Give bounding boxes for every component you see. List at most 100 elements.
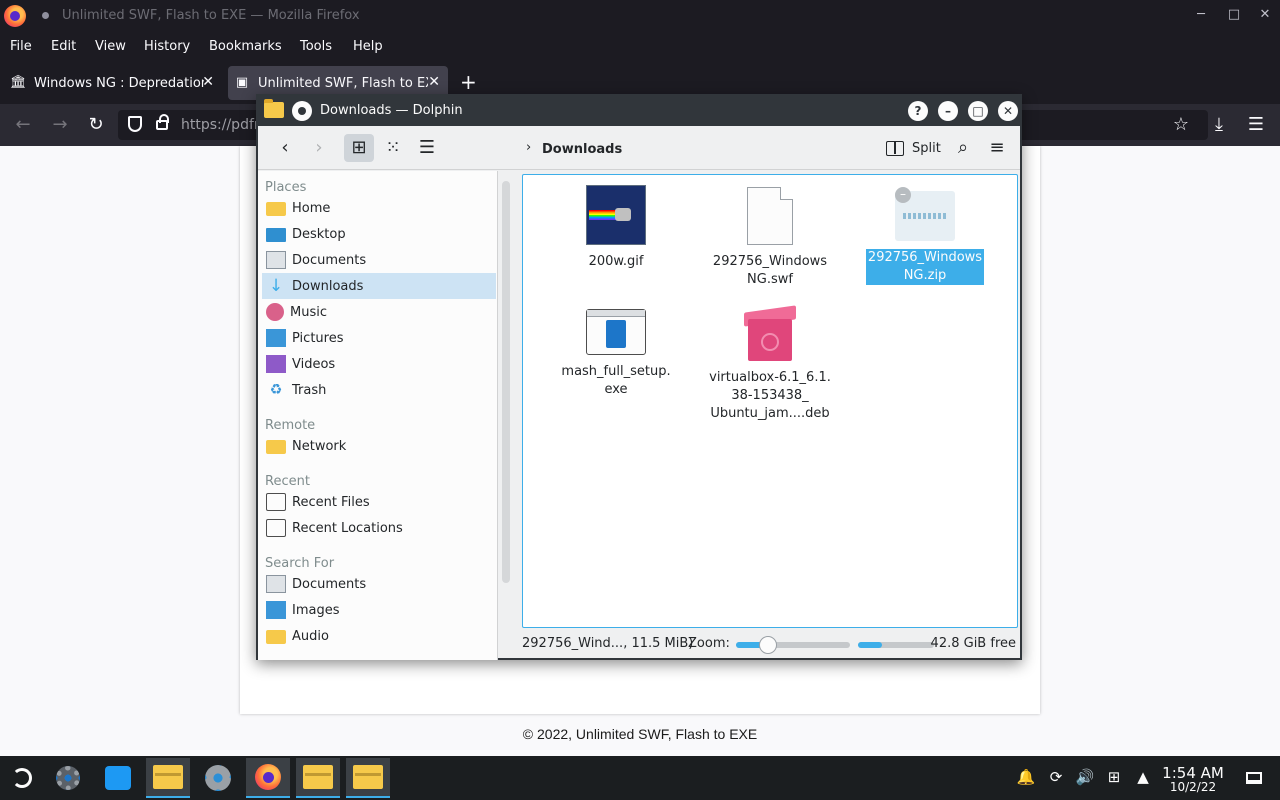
menu-history[interactable]: History: [144, 39, 190, 54]
file-item[interactable]: 292756_Windows NG.swf: [705, 187, 835, 289]
dolphin-titlebar[interactable]: Downloads — Dolphin ? – □ ✕: [258, 96, 1020, 126]
tray-expand-arrow-icon[interactable]: ▲: [1133, 768, 1153, 786]
file-item[interactable]: 200w.gif: [551, 185, 681, 271]
sidebar-item-pictures[interactable]: Pictures: [262, 325, 496, 351]
back-chevron-icon[interactable]: ‹: [270, 134, 300, 162]
sidebar-item-search-audio[interactable]: Audio: [262, 623, 496, 649]
selection-info: 292756_Wind..., 11.5 MiB): [522, 636, 694, 651]
taskbar-folder-window-2[interactable]: [346, 758, 390, 798]
zoom-slider[interactable]: [736, 636, 850, 654]
sidebar-item-desktop[interactable]: Desktop: [262, 221, 496, 247]
sidebar-item-music[interactable]: Music: [262, 299, 496, 325]
close-icon[interactable]: ✕: [998, 101, 1018, 121]
hamburger-menu-icon[interactable]: ≡: [982, 134, 1012, 162]
menu-tools[interactable]: Tools: [300, 39, 332, 54]
dolphin-title: Downloads — Dolphin: [320, 103, 463, 118]
discover-store-icon: [105, 766, 131, 790]
minimize-icon[interactable]: ─: [1192, 7, 1210, 22]
file-view[interactable]: 200w.gif 292756_Windows NG.swf – 292756_…: [522, 174, 1018, 628]
file-item[interactable]: virtualbox-6.1_6.1. 38-153438_ Ubuntu_ja…: [705, 303, 835, 423]
tracking-shield-icon[interactable]: [128, 116, 142, 132]
generic-file-icon: [747, 187, 793, 245]
free-space: 42.8 GiB free: [930, 636, 1016, 651]
help-icon[interactable]: ?: [908, 101, 928, 121]
sidebar-item-documents[interactable]: Documents: [262, 247, 496, 273]
downloads-icon[interactable]: ⤓: [1208, 114, 1230, 135]
sidebar-item-home[interactable]: Home: [262, 195, 496, 221]
url-text[interactable]: https://pdfr: [181, 117, 260, 133]
sidebar-scrollbar[interactable]: [502, 181, 510, 583]
deselect-minus-icon[interactable]: –: [895, 187, 911, 203]
maximize-icon[interactable]: □: [968, 101, 988, 121]
search-icon[interactable]: ⌕: [948, 134, 978, 162]
split-button-label[interactable]: Split: [912, 141, 941, 156]
sidebar-item-trash[interactable]: ♻ Trash: [262, 377, 496, 403]
sidebar-item-videos[interactable]: Videos: [262, 351, 496, 377]
sidebar-item-search-images[interactable]: Images: [262, 597, 496, 623]
sidebar-item-recent-files[interactable]: Recent Files: [262, 489, 496, 515]
page-icon: ▣: [235, 75, 249, 90]
volume-icon[interactable]: 🔊: [1075, 768, 1095, 786]
sidebar-item-label: Images: [292, 602, 340, 618]
maximize-icon[interactable]: □: [1225, 7, 1243, 22]
taskbar: 🔔 ⟳ 🔊 ⊞ ▲ 1:54 AM 10/2/22: [0, 756, 1280, 800]
lock-icon[interactable]: [156, 114, 169, 130]
breadcrumb[interactable]: Downloads: [542, 142, 622, 157]
compact-view-icon[interactable]: ⁙: [378, 134, 408, 162]
clock-date[interactable]: 10/2/22: [1160, 780, 1226, 794]
show-desktop-icon[interactable]: [1246, 772, 1262, 784]
minimize-icon[interactable]: –: [938, 101, 958, 121]
reload-icon[interactable]: ↻: [85, 114, 107, 135]
new-tab-plus-icon[interactable]: +: [460, 70, 477, 94]
tab-close-icon[interactable]: ✕: [202, 74, 214, 90]
file-name: 292756_Windows NG.zip: [865, 249, 985, 285]
dolphin-window: Downloads — Dolphin ? – □ ✕ ‹ › ⊞ ⁙ ☰ › …: [256, 94, 1022, 660]
network-icon[interactable]: ⊞: [1104, 768, 1124, 786]
file-item[interactable]: mash_full_setup. exe: [551, 305, 681, 399]
zoom-slider-handle[interactable]: [758, 636, 777, 654]
taskbar-firefox[interactable]: [246, 758, 290, 798]
tab-close-icon[interactable]: ✕: [428, 74, 440, 90]
taskbar-system-settings[interactable]: [46, 758, 90, 798]
disk-space-bar: [858, 642, 934, 648]
forward-arrow-icon[interactable]: →: [49, 114, 71, 135]
details-view-icon[interactable]: ☰: [412, 134, 442, 162]
icons-view-icon[interactable]: ⊞: [344, 134, 374, 162]
tab-label: Windows NG : Depredation: [34, 75, 204, 91]
hamburger-menu-icon[interactable]: ☰: [1245, 114, 1267, 135]
menu-edit[interactable]: Edit: [51, 39, 76, 54]
sidebar-item-label: Documents: [292, 252, 367, 268]
split-view-icon[interactable]: [886, 141, 904, 156]
menu-file[interactable]: File: [10, 39, 32, 54]
section-recent: Recent: [265, 474, 310, 489]
sidebar-item-search-documents[interactable]: Documents: [262, 571, 496, 597]
file-name: 292756_Windows NG.swf: [712, 254, 828, 287]
sidebar-item-recent-locations[interactable]: Recent Locations: [262, 515, 496, 541]
notifications-bell-icon[interactable]: 🔔: [1016, 768, 1036, 786]
sidebar-item-label: Pictures: [292, 330, 344, 346]
tab-windows-ng[interactable]: 🏛 Windows NG : Depredation ✕: [4, 66, 222, 100]
taskbar-settings[interactable]: [196, 758, 240, 798]
sidebar-item-network[interactable]: Network: [262, 433, 496, 459]
section-places: Places: [265, 180, 307, 195]
taskbar-folder-window-1[interactable]: [296, 758, 340, 798]
trash-icon: ♻: [269, 382, 283, 398]
sidebar-item-downloads[interactable]: ↓ Downloads: [262, 273, 496, 299]
section-search-for: Search For: [265, 556, 335, 571]
menu-bookmarks[interactable]: Bookmarks: [209, 39, 282, 54]
sidebar-item-label: Recent Locations: [292, 520, 403, 536]
keep-above-icon[interactable]: [292, 101, 312, 121]
menu-help[interactable]: Help: [353, 39, 383, 54]
menu-view[interactable]: View: [95, 39, 126, 54]
taskbar-dolphin[interactable]: [146, 758, 190, 798]
close-icon[interactable]: ✕: [1256, 7, 1274, 22]
sidebar-item-label: Downloads: [292, 278, 364, 294]
forward-chevron-icon[interactable]: ›: [304, 134, 334, 162]
back-arrow-icon[interactable]: ←: [12, 114, 34, 135]
launcher-button[interactable]: [0, 758, 44, 798]
bookmark-star-icon[interactable]: ☆: [1170, 114, 1192, 135]
sync-icon[interactable]: ⟳: [1046, 768, 1066, 786]
taskbar-discover[interactable]: [96, 758, 140, 798]
sidebar-item-label: Desktop: [292, 226, 346, 242]
file-item-selected[interactable]: – 292756_Windows NG.zip: [860, 185, 990, 285]
